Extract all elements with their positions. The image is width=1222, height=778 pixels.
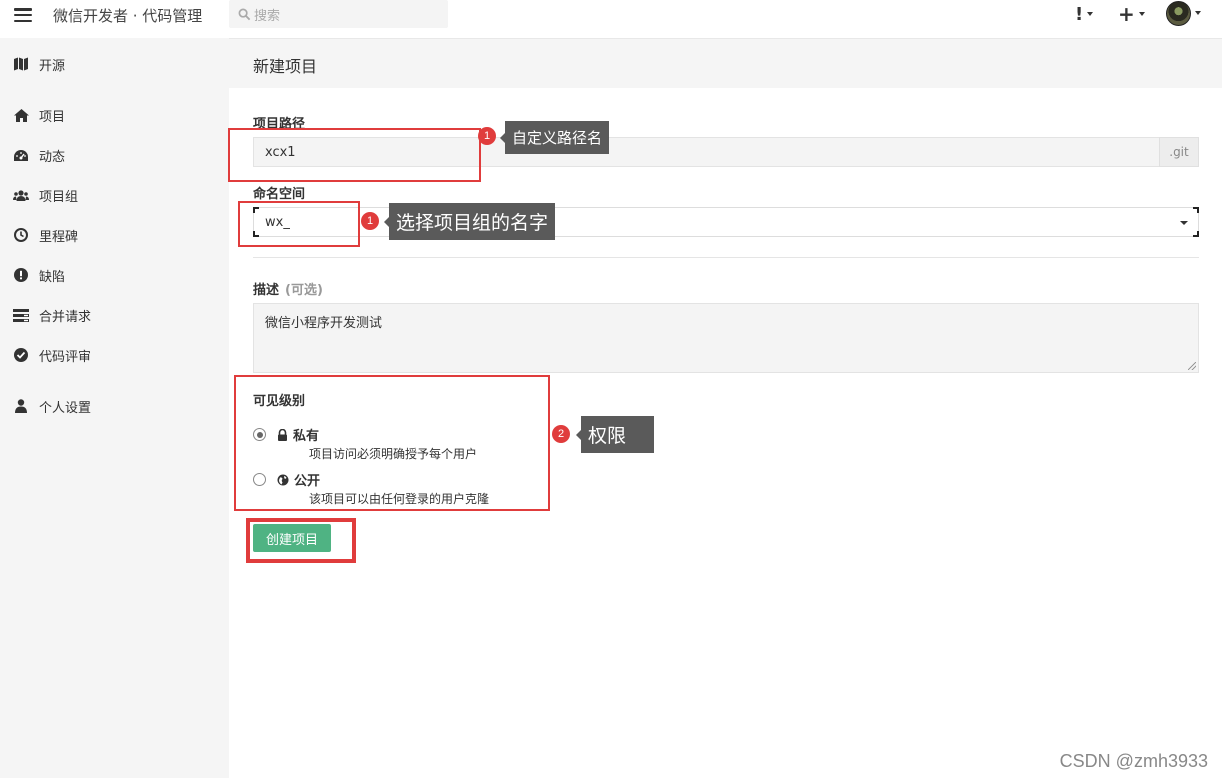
sidebar-item-code-review[interactable]: 代码评审	[13, 344, 91, 366]
top-navbar: 微信开发者 · 代码管理 搜索 ! +	[0, 0, 1222, 30]
sidebar-item-label: 动态	[39, 149, 66, 165]
user-menu-button[interactable]	[1166, 0, 1201, 26]
exclamation-icon	[13, 267, 29, 283]
sidebar-item-label: 项目	[39, 109, 66, 125]
sidebar-item-label: 代码评审	[39, 349, 92, 365]
annotation-box-visibility	[234, 375, 550, 511]
chevron-down-icon	[1180, 221, 1188, 225]
sidebar-item-label: 开源	[39, 58, 66, 74]
group-icon	[13, 187, 29, 203]
sidebar-item-profile-settings[interactable]: 个人设置	[13, 395, 91, 417]
avatar	[1166, 0, 1191, 26]
git-suffix-addon: .git	[1159, 137, 1199, 167]
search-input[interactable]: 搜索	[229, 0, 448, 28]
sidebar-item-milestones[interactable]: 里程碑	[13, 224, 78, 246]
sidebar-item-label: 里程碑	[39, 229, 79, 245]
sidebar-item-activity[interactable]: 动态	[13, 144, 65, 166]
hamburger-menu-icon[interactable]	[14, 8, 32, 22]
description-textarea[interactable]: 微信小程序开发测试	[253, 303, 1199, 373]
home-icon	[13, 107, 29, 123]
sidebar-item-open-source[interactable]: 开源	[13, 53, 65, 75]
annotation-badge-visibility: 2	[552, 425, 570, 443]
sidebar-item-groups[interactable]: 项目组	[13, 184, 78, 206]
annotation-badge-namespace: 1	[361, 212, 379, 230]
description-value: 微信小程序开发测试	[265, 316, 383, 331]
issues-dropdown-button[interactable]: !	[1075, 3, 1094, 25]
dashboard-icon	[13, 147, 29, 163]
form-divider	[253, 257, 1199, 258]
annotation-callout-namespace: 选择项目组的名字	[383, 203, 556, 240]
search-placeholder: 搜索	[254, 8, 281, 24]
caret-down-icon	[1087, 12, 1094, 16]
optional-hint: (可选)	[285, 283, 323, 298]
sidebar-item-issues[interactable]: 缺陷	[13, 264, 65, 286]
focus-corner-top-right	[1193, 207, 1199, 213]
page-header: 新建项目	[229, 38, 1222, 88]
sidebar-item-label: 个人设置	[39, 400, 92, 416]
clock-icon	[13, 227, 29, 243]
caret-down-icon	[1195, 11, 1201, 15]
search-icon	[238, 8, 251, 20]
annotation-badge-path: 1	[478, 127, 496, 145]
exclamation-icon: !	[1075, 3, 1084, 25]
sidebar-item-merge-requests[interactable]: 合并请求	[13, 304, 91, 326]
check-circle-icon	[13, 347, 29, 363]
sidebar-item-label: 项目组	[39, 189, 79, 205]
new-dropdown-button[interactable]: +	[1118, 2, 1145, 26]
focus-corner-bottom-right	[1193, 231, 1199, 237]
sidebar: 开源 项目 动态 项目组 里程碑 缺陷 合并请求 代码评审 个人设置	[0, 38, 229, 778]
sidebar-item-projects[interactable]: 项目	[13, 104, 65, 126]
annotation-box-namespace	[238, 201, 360, 247]
sidebar-item-label: 合并请求	[39, 309, 92, 325]
plus-icon: +	[1118, 2, 1135, 26]
annotation-box-path	[228, 128, 481, 182]
caret-down-icon	[1138, 12, 1145, 16]
description-label: 描述 (可选)	[253, 279, 323, 298]
annotation-callout-visibility: 权限	[576, 416, 654, 453]
annotation-callout-path: 自定义路径名	[499, 121, 610, 154]
map-icon	[13, 56, 29, 72]
annotation-box-create	[246, 518, 356, 563]
user-icon	[13, 398, 29, 414]
app-title[interactable]: 微信开发者 · 代码管理	[53, 5, 202, 26]
watermark: CSDN @zmh3933	[1059, 751, 1208, 771]
page-title: 新建项目	[253, 57, 318, 76]
resize-grip-icon[interactable]	[1188, 362, 1196, 370]
namespace-label: 命名空间	[253, 187, 306, 202]
description-label-text: 描述	[253, 283, 280, 298]
sidebar-item-label: 缺陷	[39, 269, 66, 285]
list-icon	[13, 307, 29, 323]
